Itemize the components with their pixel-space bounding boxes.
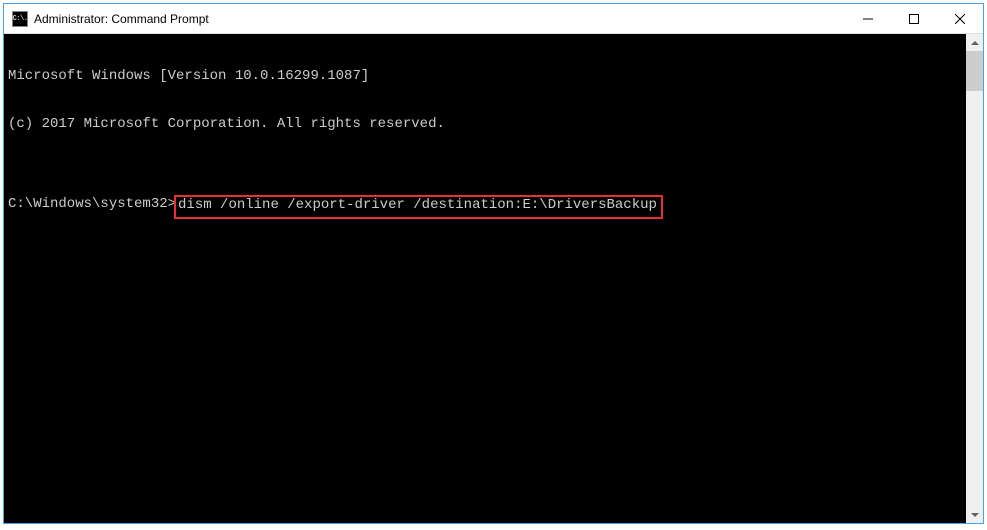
scroll-down-button[interactable] [966,506,983,523]
scroll-up-button[interactable] [966,34,983,51]
vertical-scrollbar[interactable] [966,34,983,523]
version-line: Microsoft Windows [Version 10.0.16299.10… [8,68,966,84]
scroll-thumb[interactable] [966,51,983,91]
window-controls [845,4,983,33]
copyright-line: (c) 2017 Microsoft Corporation. All righ… [8,116,966,132]
maximize-icon [909,14,919,24]
prompt-text: C:\Windows\system32> [8,196,176,212]
cmd-icon: C:\. [12,11,28,27]
close-icon [955,14,965,24]
console-output[interactable]: Microsoft Windows [Version 10.0.16299.10… [4,34,966,523]
close-button[interactable] [937,4,983,33]
minimize-button[interactable] [845,4,891,33]
minimize-icon [863,14,873,24]
chevron-down-icon [971,513,979,517]
chevron-up-icon [971,41,979,45]
title-bar[interactable]: C:\. Administrator: Command Prompt [4,4,983,34]
prompt-line: C:\Windows\system32>dism /online /export… [8,196,966,219]
command-text: dism /online /export-driver /destination… [178,197,657,213]
console-area: Microsoft Windows [Version 10.0.16299.10… [4,34,983,523]
maximize-button[interactable] [891,4,937,33]
command-highlight: dism /online /export-driver /destination… [174,195,663,219]
scroll-track[interactable] [966,51,983,506]
window-title: Administrator: Command Prompt [34,12,845,26]
command-prompt-window: C:\. Administrator: Command Prompt Micro… [3,3,984,524]
